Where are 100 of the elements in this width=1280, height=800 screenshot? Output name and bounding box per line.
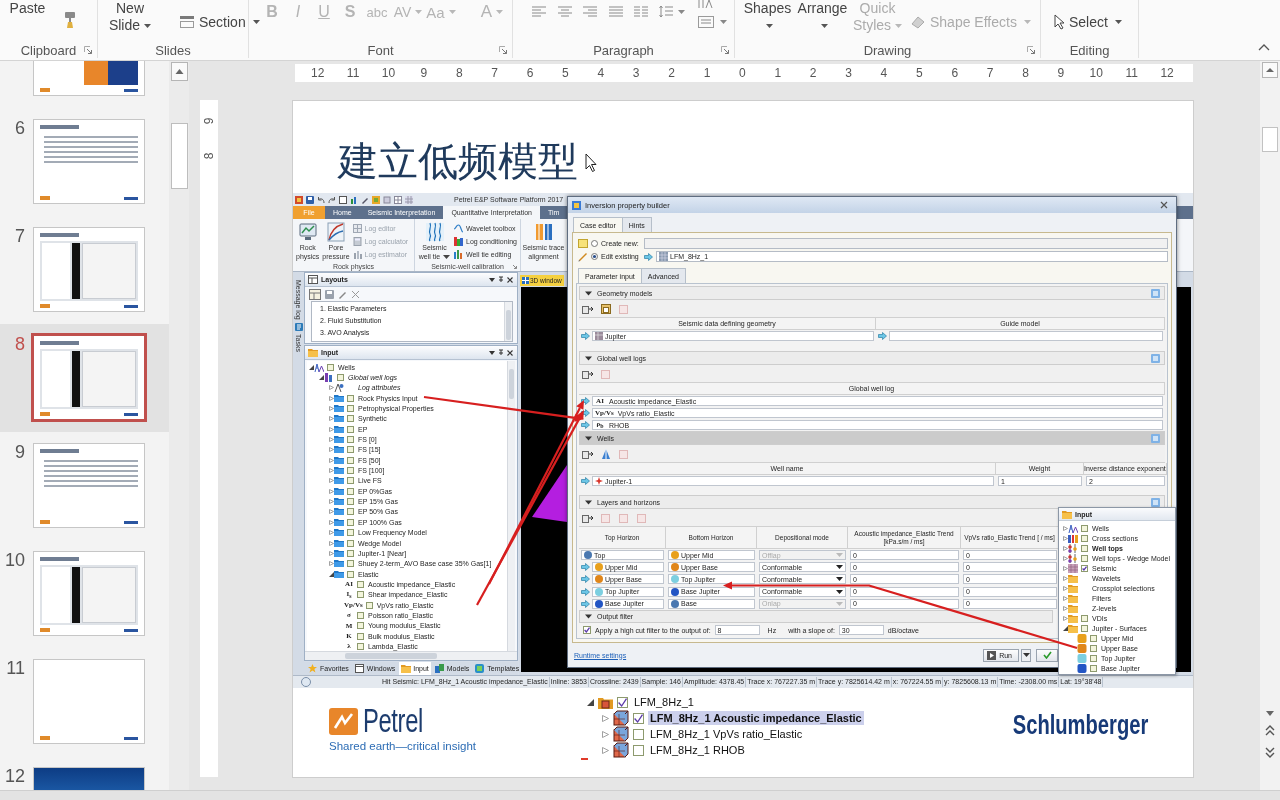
checkbox[interactable] xyxy=(347,487,354,495)
checkbox[interactable] xyxy=(1090,664,1097,672)
checkbox[interactable] xyxy=(347,405,354,413)
checkbox[interactable] xyxy=(347,518,354,526)
checkbox[interactable] xyxy=(633,712,644,724)
expand-arrow-icon[interactable] xyxy=(329,416,334,422)
scrollbar-thumb[interactable] xyxy=(170,123,188,189)
justify-icon[interactable] xyxy=(607,5,624,18)
expand-arrow-icon[interactable] xyxy=(329,426,334,432)
tile-icon[interactable] xyxy=(1151,353,1160,363)
checkbox[interactable] xyxy=(347,498,354,506)
scroll-up-icon[interactable] xyxy=(170,62,188,81)
checkbox[interactable] xyxy=(633,728,644,740)
expand-arrow-icon[interactable] xyxy=(329,385,334,391)
square-icon[interactable] xyxy=(600,367,612,380)
radio-button[interactable] xyxy=(591,240,598,247)
expand-arrow-icon[interactable] xyxy=(329,499,334,505)
checkbox[interactable] xyxy=(1081,624,1088,632)
checkbox[interactable] xyxy=(357,622,364,630)
checkbox[interactable] xyxy=(1090,644,1097,652)
collapse-arrow-icon[interactable] xyxy=(1063,625,1068,631)
checkbox[interactable] xyxy=(1081,614,1088,622)
expand-arrow-icon[interactable] xyxy=(1063,545,1068,551)
frame-icon[interactable] xyxy=(600,302,612,315)
undo-icon[interactable] xyxy=(317,195,325,204)
radio-button[interactable] xyxy=(591,253,598,260)
checkbox[interactable] xyxy=(1081,554,1088,562)
grid-icon[interactable] xyxy=(405,195,413,204)
collapse-ribbon-icon[interactable] xyxy=(1258,44,1270,51)
checkbox[interactable] xyxy=(347,446,354,454)
scrollbar-thumb[interactable] xyxy=(509,369,514,399)
align-text-icon[interactable] xyxy=(696,15,715,29)
expand-arrow-icon[interactable] xyxy=(329,395,334,401)
app-icon[interactable] xyxy=(295,195,303,204)
expand-arrow-icon[interactable] xyxy=(329,406,334,412)
checkbox[interactable] xyxy=(347,560,354,568)
checkbox[interactable] xyxy=(357,611,364,619)
checkbox[interactable] xyxy=(583,626,591,635)
expand-arrow-icon[interactable] xyxy=(329,519,334,525)
slide-thumbnail[interactable] xyxy=(33,119,145,204)
tree-item[interactable]: LFM_8Hz_1 VpVs ratio_Elastic xyxy=(648,727,805,741)
checkbox[interactable] xyxy=(347,529,354,537)
dropdown-icon[interactable] xyxy=(489,277,495,282)
checkbox[interactable] xyxy=(1081,544,1088,552)
expand-arrow-icon[interactable] xyxy=(602,730,609,738)
checkbox[interactable] xyxy=(1090,654,1097,662)
tile-icon[interactable] xyxy=(1151,288,1160,298)
expand-arrow-icon[interactable] xyxy=(1063,535,1068,541)
table-icon[interactable] xyxy=(394,195,402,204)
checkbox[interactable] xyxy=(347,539,354,547)
collapse-arrow-icon[interactable] xyxy=(585,499,592,505)
columns-icon[interactable] xyxy=(633,5,649,18)
expand-arrow-icon[interactable] xyxy=(1063,595,1068,601)
checkbox[interactable] xyxy=(617,696,628,708)
layout-icon[interactable] xyxy=(309,288,321,300)
expand-arrow-icon[interactable] xyxy=(329,468,334,474)
collapse-arrow-icon[interactable] xyxy=(585,290,592,296)
arrange-button[interactable]: Arrange xyxy=(795,0,850,34)
expand-arrow-icon[interactable] xyxy=(329,509,334,515)
checkbox[interactable] xyxy=(365,601,373,609)
slide-thumbnail[interactable] xyxy=(33,443,145,528)
expand-arrow-icon[interactable] xyxy=(1063,605,1068,611)
square-icon[interactable] xyxy=(618,302,630,315)
expand-arrow-icon[interactable] xyxy=(329,447,334,453)
arrow-icon[interactable] xyxy=(581,477,590,485)
close-icon[interactable] xyxy=(507,276,513,283)
pin-icon[interactable] xyxy=(498,276,504,283)
text-direction-icon[interactable] xyxy=(696,0,713,8)
scrollbar-thumb[interactable] xyxy=(1262,127,1278,152)
pin-icon[interactable] xyxy=(498,349,504,356)
checkbox[interactable] xyxy=(347,425,354,433)
collapse-arrow-icon[interactable] xyxy=(585,613,592,619)
expand-arrow-icon[interactable] xyxy=(329,478,334,484)
expand-arrow-icon[interactable] xyxy=(1063,585,1068,591)
collapse-arrow-icon[interactable] xyxy=(329,571,334,577)
scroll-up-icon[interactable] xyxy=(1262,62,1278,78)
dialog-launcher-icon[interactable] xyxy=(721,46,729,54)
expand-arrow-icon[interactable] xyxy=(329,561,334,567)
close-icon[interactable] xyxy=(507,349,513,356)
save-icon[interactable] xyxy=(306,195,314,204)
select-button[interactable]: Select xyxy=(1051,12,1124,32)
dialog-launcher-icon[interactable] xyxy=(84,46,92,54)
tile-icon[interactable] xyxy=(1151,497,1160,507)
scrollbar-thumb[interactable] xyxy=(506,310,511,340)
collapse-arrow-icon[interactable] xyxy=(585,355,592,361)
align-center-icon[interactable] xyxy=(556,5,573,18)
confirm-button[interactable] xyxy=(1036,648,1058,662)
input-field[interactable] xyxy=(644,238,1168,249)
collapse-arrow-icon[interactable] xyxy=(587,698,594,706)
align-right-icon[interactable] xyxy=(582,5,598,18)
checkbox[interactable] xyxy=(1081,534,1088,542)
checkbox[interactable] xyxy=(1090,634,1097,642)
checkbox[interactable] xyxy=(327,363,334,371)
tree-item[interactable]: LFM_8Hz_1 RHOB xyxy=(648,743,747,757)
paste-button[interactable]: Paste xyxy=(0,0,55,17)
checkbox[interactable] xyxy=(357,632,364,640)
align-left-icon[interactable] xyxy=(531,5,547,18)
square-icon[interactable] xyxy=(618,447,630,460)
pencil-icon[interactable] xyxy=(338,289,347,299)
checkbox[interactable] xyxy=(357,580,364,588)
